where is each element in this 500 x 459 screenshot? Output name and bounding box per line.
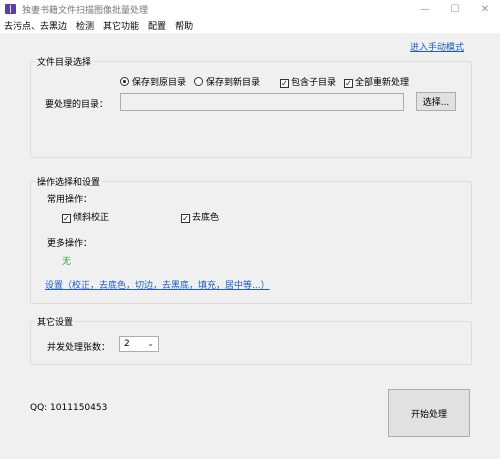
- qq-contact-text: QQ: 1011150453: [30, 403, 108, 413]
- file-directory-group: 文件目录选择 保存到原目录 保存到新目录 ✓ 包含子目录 ✓ 全部重新处理 要处理的…: [30, 55, 472, 158]
- other-settings-group-title: 其它设置: [35, 315, 76, 328]
- menu-item-config[interactable]: 配置: [148, 19, 166, 32]
- operations-group-title: 操作选择和设置: [35, 175, 103, 188]
- window-controls: — ☐ ✕: [410, 0, 500, 18]
- start-processing-button[interactable]: 开始处理: [388, 389, 470, 437]
- chevron-down-icon: ⌄: [147, 339, 154, 348]
- window-title: 独妻书籍文件扫描图像批量处理: [22, 5, 149, 16]
- radio-save-new-label: 保存到新目录: [206, 78, 261, 88]
- radio-save-new-indicator[interactable]: [194, 77, 203, 86]
- include-subdirs-checkbox[interactable]: ✓ 包含子目录: [280, 75, 336, 88]
- settings-link[interactable]: 设置（校正，去底色，切边，去黑底，填充，居中等...）: [45, 278, 270, 291]
- browse-button[interactable]: 选择...: [416, 92, 456, 111]
- other-settings-group: 其它设置 并发处理张数： 2 ⌄: [30, 315, 472, 365]
- file-directory-group-title: 文件目录选择: [35, 55, 94, 68]
- more-operations-value: 无: [62, 257, 72, 267]
- common-operations-label: 常用操作：: [47, 195, 93, 205]
- app-logo-icon: [5, 4, 16, 14]
- reprocess-all-check-icon[interactable]: ✓: [344, 79, 353, 88]
- deskew-check-icon[interactable]: ✓: [62, 214, 71, 223]
- radio-save-original[interactable]: 保存到原目录: [120, 75, 186, 88]
- concurrency-select[interactable]: 2 ⌄: [119, 336, 159, 352]
- operations-group: 操作选择和设置 常用操作： ✓ 倾斜校正 ✓ 去底色 更多操作： 无 设置（校正，去…: [30, 175, 472, 304]
- maximize-button[interactable]: ☐: [440, 0, 470, 18]
- include-subdirs-check-icon[interactable]: ✓: [280, 79, 289, 88]
- remove-background-checkbox[interactable]: ✓ 去底色: [181, 210, 219, 223]
- reprocess-all-label: 全部重新处理: [355, 78, 410, 88]
- radio-save-original-indicator[interactable]: [120, 77, 129, 86]
- deskew-label: 倾斜校正: [73, 213, 110, 223]
- menu-item-help[interactable]: 帮助: [175, 19, 193, 32]
- menu-item-detect[interactable]: 检测: [76, 19, 94, 32]
- remove-background-label: 去底色: [192, 213, 220, 223]
- remove-background-check-icon[interactable]: ✓: [181, 214, 190, 223]
- menu-bar: 去污点、去黑边 检测 其它功能 配置 帮助: [0, 18, 500, 34]
- concurrency-select-value: 2: [124, 339, 130, 349]
- directory-input[interactable]: [120, 93, 404, 111]
- more-operations-label: 更多操作：: [47, 239, 93, 249]
- radio-save-new[interactable]: 保存到新目录: [194, 75, 260, 88]
- include-subdirs-label: 包含子目录: [291, 78, 337, 88]
- menu-item-other-functions[interactable]: 其它功能: [103, 19, 139, 32]
- close-button[interactable]: ✕: [470, 0, 500, 18]
- radio-save-original-label: 保存到原目录: [132, 78, 187, 88]
- deskew-checkbox[interactable]: ✓ 倾斜校正: [62, 210, 109, 223]
- concurrency-label: 并发处理张数：: [47, 343, 111, 353]
- directory-label: 要处理的目录：: [45, 100, 109, 110]
- manual-mode-link[interactable]: 进入手动模式: [410, 40, 464, 53]
- menu-item-despeckle[interactable]: 去污点、去黑边: [4, 19, 67, 32]
- minimize-button[interactable]: —: [410, 0, 440, 18]
- title-bar: 独妻书籍文件扫描图像批量处理 — ☐ ✕: [0, 0, 500, 18]
- reprocess-all-checkbox[interactable]: ✓ 全部重新处理: [344, 75, 409, 88]
